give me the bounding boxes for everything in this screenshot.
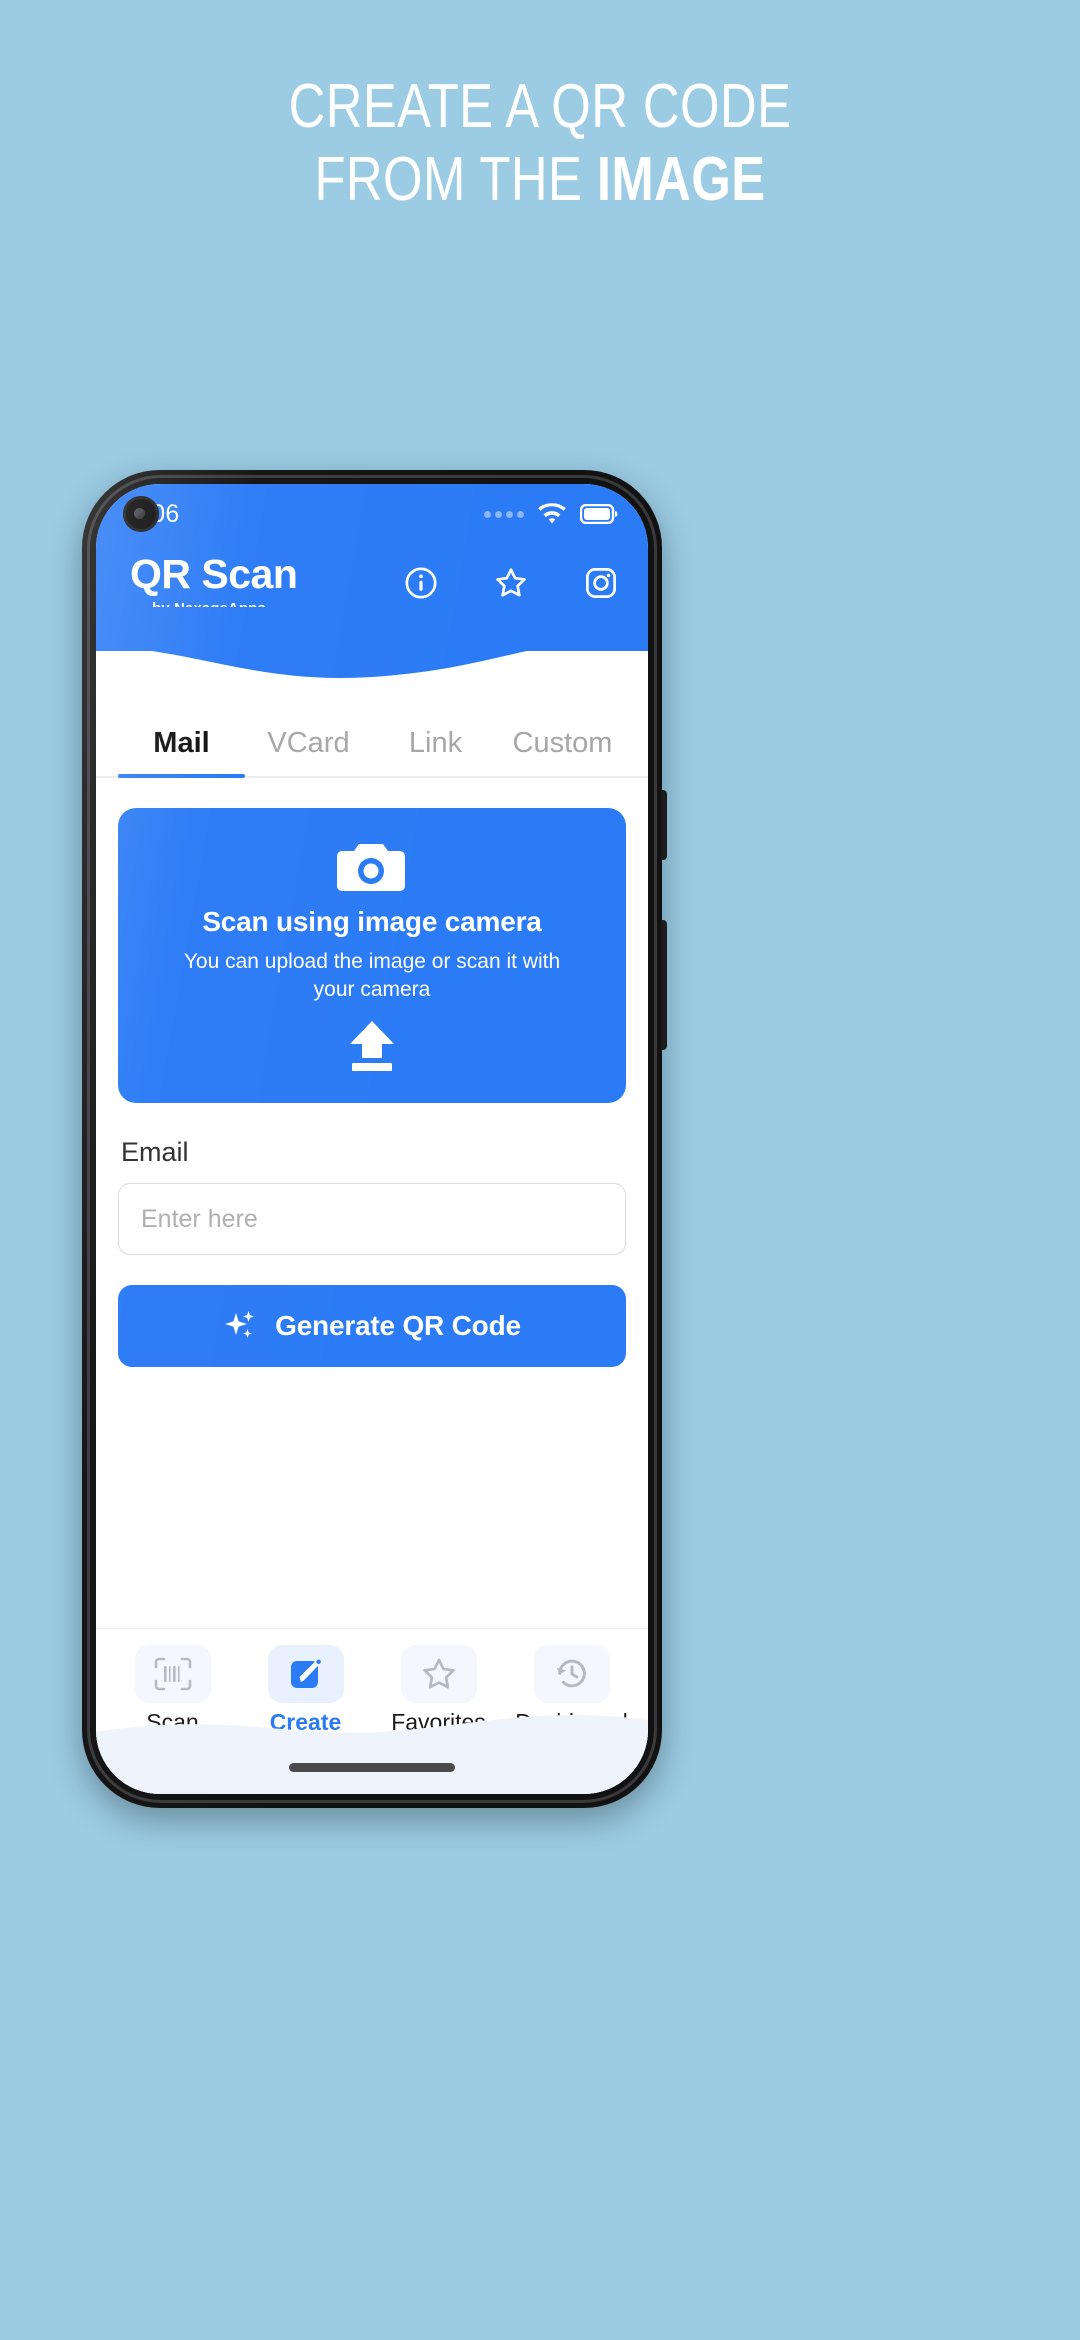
nav-label-favorites: Favorites: [391, 1709, 486, 1735]
nav-label-dashboard: Dashboard: [515, 1709, 628, 1735]
tab-vcard-label: VCard: [267, 727, 350, 759]
home-indicator[interactable]: [289, 1763, 455, 1772]
generate-qr-button[interactable]: Generate QR Code: [118, 1285, 626, 1368]
tab-custom[interactable]: Custom: [499, 717, 626, 776]
camera-icon: [337, 844, 405, 891]
upload-icon: [350, 1021, 394, 1072]
nav-icon-dashboard-wrap: [533, 1645, 610, 1703]
history-clock-icon: [556, 1659, 586, 1688]
edit-square-icon: [290, 1659, 321, 1688]
tab-bar: Mail VCard Link Custom: [96, 717, 648, 778]
power-button[interactable]: [661, 790, 667, 860]
wifi-icon: [538, 502, 566, 523]
phone-mockup: 5:06 QR Scan by: [82, 470, 667, 1808]
promo-headline-line2-bold: IMAGE: [596, 145, 766, 215]
bottom-navigation: Scan Create Favorites Dashboard: [96, 1628, 648, 1794]
scan-card-title: Scan using image camera: [202, 906, 542, 937]
nav-icon-scan-wrap: [134, 1645, 211, 1703]
phone-screen: 5:06 QR Scan by: [96, 484, 648, 1794]
main-content: Scan using image camera You can upload t…: [96, 808, 648, 1368]
tab-mail[interactable]: Mail: [118, 717, 245, 778]
tab-link[interactable]: Link: [372, 717, 499, 776]
nav-label-create: Create: [269, 1709, 342, 1735]
promo-headline-line1: CREATE A QR CODE: [288, 72, 792, 141]
volume-button[interactable]: [661, 920, 667, 1050]
promo-headline: CREATE A QR CODE FROM THE IMAGE: [97, 70, 983, 216]
email-input[interactable]: [118, 1183, 626, 1256]
front-camera-punch-hole: [123, 496, 159, 532]
nav-icon-favorites-wrap: [400, 1645, 477, 1703]
nav-icon-create-wrap: [267, 1645, 344, 1703]
barcode-scan-icon: [154, 1657, 191, 1691]
tab-link-label: Link: [408, 727, 463, 759]
app-title: QR Scan: [130, 551, 298, 597]
battery-full-icon: [580, 504, 618, 524]
scan-upload-card[interactable]: Scan using image camera You can upload t…: [118, 808, 626, 1104]
tab-vcard[interactable]: VCard: [245, 717, 372, 776]
scan-card-description: You can upload the image or scan it with…: [183, 950, 561, 1001]
signal-dots-icon: [484, 510, 524, 518]
nav-label-scan: Scan: [146, 1709, 199, 1735]
promo-headline-line2-normal: FROM THE: [314, 145, 597, 215]
star-icon[interactable]: [494, 566, 528, 600]
info-icon[interactable]: [404, 566, 438, 600]
email-field-label: Email: [121, 1137, 189, 1168]
nav-item-scan[interactable]: Scan: [106, 1645, 239, 1794]
status-icons: [484, 502, 618, 526]
header-wave-divider: [96, 607, 648, 695]
tab-custom-label: Custom: [512, 727, 613, 759]
nav-item-dashboard[interactable]: Dashboard: [505, 1645, 638, 1794]
tab-mail-label: Mail: [153, 727, 210, 759]
promo-headline-line2: FROM THE IMAGE: [97, 143, 983, 216]
sparkles-icon: [225, 1311, 255, 1339]
generate-qr-button-label: Generate QR Code: [275, 1310, 521, 1342]
header-actions: [404, 550, 618, 600]
star-outline-icon: [422, 1658, 455, 1689]
status-bar: 5:06: [96, 484, 648, 544]
instagram-icon[interactable]: [584, 566, 618, 600]
